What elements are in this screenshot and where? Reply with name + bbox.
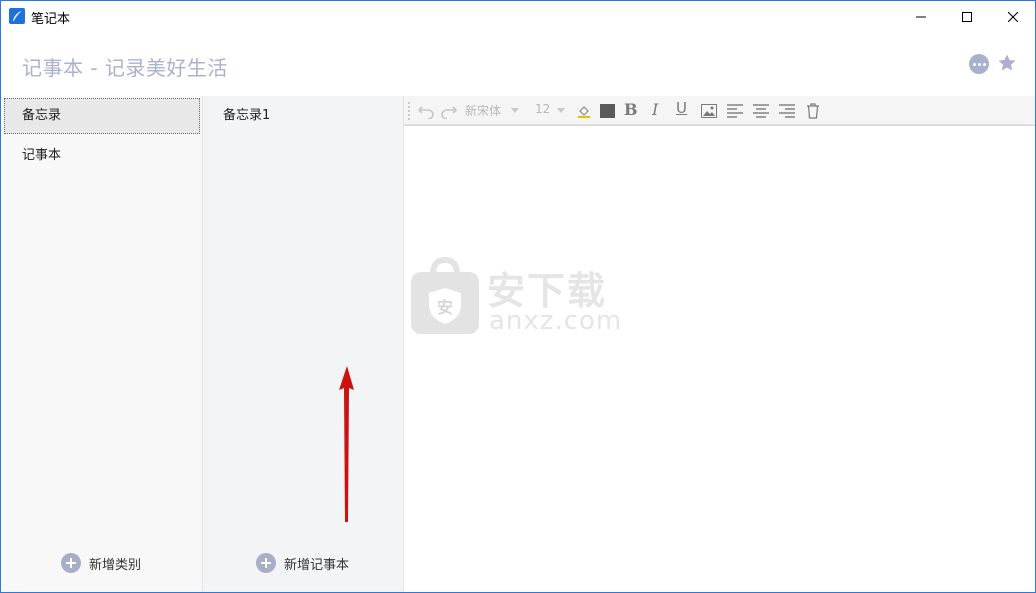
font-family-select[interactable]: 新宋体 [465, 102, 501, 119]
editor-panel: 新宋体 12 B I U [404, 96, 1035, 592]
toolbar-grip[interactable] [408, 102, 410, 120]
plus-icon [61, 553, 81, 573]
redo-icon[interactable] [439, 101, 459, 121]
category-item-memo[interactable]: 备忘录 [4, 98, 200, 134]
align-right-icon[interactable] [778, 101, 796, 121]
star-icon[interactable] [997, 53, 1017, 77]
shopping-bag-logo-icon: 安 [411, 256, 479, 334]
title-bar[interactable]: 笔记本 [1, 1, 1035, 32]
note-editor-area[interactable] [404, 125, 1035, 592]
add-note-button[interactable]: 新增记事本 [256, 553, 349, 573]
fill-color-icon[interactable] [576, 101, 592, 121]
watermark-shield-label: 安 [437, 298, 453, 317]
plus-icon [256, 553, 276, 573]
annotation-arrow [339, 366, 354, 522]
page-title: 记事本 - 记录美好生活 [22, 56, 228, 80]
category-item-notebook[interactable]: 记事本 [4, 138, 200, 174]
editor-toolbar: 新宋体 12 B I U [404, 96, 1035, 125]
add-category-label: 新增类别 [89, 557, 142, 573]
more-dots-icon[interactable] [969, 54, 989, 74]
undo-icon[interactable] [416, 101, 436, 121]
app-window: 笔记本 记事本 - 记录美好生活 备忘录 记事本 新增类别 备忘录1 新增记事本 [0, 0, 1036, 593]
bold-button[interactable]: B [624, 100, 638, 119]
watermark-domain: anxz.com [489, 306, 623, 336]
category-list: 备忘录 记事本 新增类别 [1, 96, 203, 592]
underline-button[interactable]: U [676, 99, 687, 117]
close-button[interactable] [990, 1, 1035, 32]
add-note-label: 新增记事本 [284, 557, 350, 573]
window-title: 笔记本 [31, 12, 71, 27]
note-list: 备忘录1 新增记事本 [203, 96, 404, 592]
align-left-icon[interactable] [726, 101, 744, 121]
chevron-down-icon[interactable] [511, 108, 519, 113]
insert-image-icon[interactable] [700, 101, 718, 121]
italic-button[interactable]: I [652, 100, 658, 119]
text-color-swatch[interactable] [600, 104, 615, 118]
trash-icon[interactable] [804, 101, 822, 121]
font-size-select[interactable]: 12 [535, 102, 550, 116]
note-item[interactable]: 备忘录1 [203, 98, 403, 134]
watermark-logo: 安 安下载 anxz.com [409, 256, 639, 341]
maximize-button[interactable] [944, 1, 990, 32]
chevron-down-icon[interactable] [557, 108, 565, 113]
feather-pen-icon [9, 8, 25, 24]
minimize-button[interactable] [898, 1, 944, 32]
align-center-icon[interactable] [752, 101, 770, 121]
add-category-button[interactable]: 新增类别 [61, 553, 141, 573]
app-header: 记事本 - 记录美好生活 [1, 32, 1035, 96]
